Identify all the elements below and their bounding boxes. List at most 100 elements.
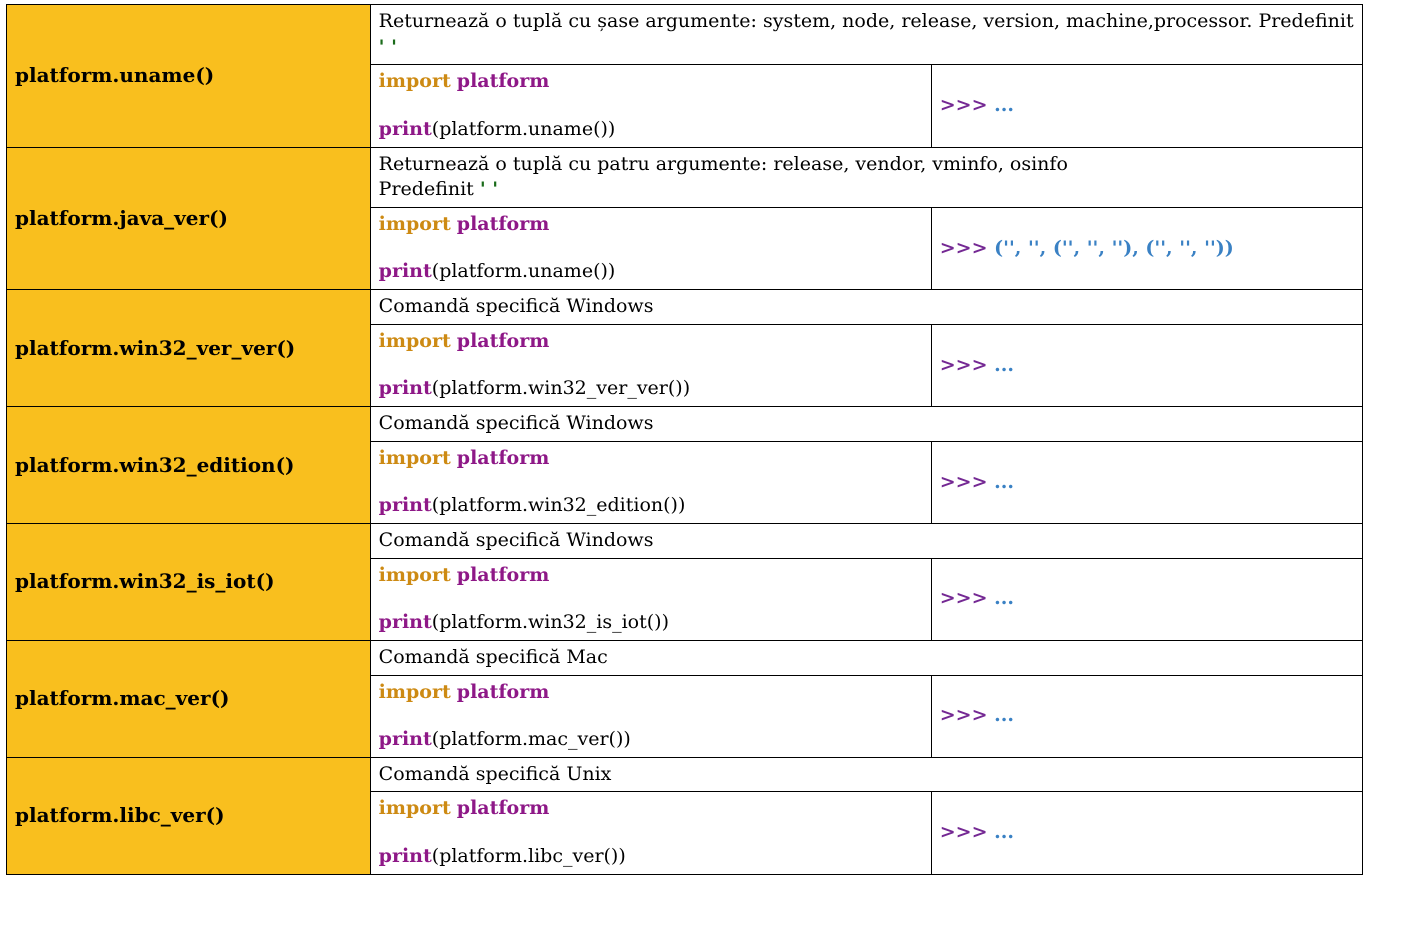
output-cell: >>> ('', '', ('', '', ''), ('', '', '')) [931,207,1362,289]
table-row: platform.win32_edition()Comandă specific… [7,407,1363,442]
table-row: platform.mac_ver()Comandă specifică Mac [7,640,1363,675]
code-line: print(platform.win32_ver_ver()) [379,376,923,402]
output-cell: >>> ... [931,558,1362,640]
code-line: print(platform.uname()) [379,117,923,143]
output-cell: >>> ... [931,792,1362,874]
repl-prompt: >>> [940,821,994,843]
code-blank-line [379,237,923,259]
code-call-args: (platform.win32_is_iot()) [432,611,669,633]
repl-output-value: ... [994,354,1014,376]
table-row: platform.java_ver()Returnează o tuplă cu… [7,147,1363,207]
code-line: import platform [379,69,923,95]
code-call-args: (platform.uname()) [432,118,616,140]
keyword-import: import [379,70,451,92]
code-line: print(platform.win32_edition()) [379,493,923,519]
keyword-print: print [379,260,432,282]
keyword-module: platform [457,797,550,819]
output-cell: >>> ... [931,65,1362,147]
reference-table: platform.uname() Returnează o tuplă cu șa… [6,4,1363,875]
code-cell: import platform print(platform.uname()) [370,65,931,147]
repl-prompt: >>> [940,354,994,376]
function-name-cell: platform.java_ver() [7,147,371,290]
function-name-cell: platform.win32_ver_ver() [7,290,371,407]
keyword-print: print [379,494,432,516]
table-row: platform.libc_ver()Comandă specifică Uni… [7,757,1363,792]
description-text: Comandă specifică Windows [379,295,654,317]
repl-output-value: ... [994,94,1014,116]
code-cell: import platform print(platform.win32_edit… [370,441,931,523]
keyword-print: print [379,845,432,867]
function-name-cell: platform.uname() [7,5,371,148]
function-name-cell: platform.win32_edition() [7,407,371,524]
code-cell: import platform print(platform.win32_is_i… [370,558,931,640]
description-cell: Comandă specifică Windows [370,523,1362,558]
keyword-module: platform [457,330,550,352]
description-text: Predefinit [379,178,480,200]
keyword-print: print [379,728,432,750]
code-line: import platform [379,446,923,472]
repl-prompt: >>> [940,237,994,259]
code-blank-line [379,95,923,117]
code-cell: import platform print(platform.win32_ver_… [370,324,931,406]
code-line: import platform [379,680,923,706]
repl-output-value: ... [994,704,1014,726]
keyword-import: import [379,564,451,586]
output-cell: >>> ... [931,324,1362,406]
table-row: platform.uname()Returnează o tuplă cu șa… [7,5,1363,65]
code-blank-line [379,822,923,844]
function-name-cell: platform.win32_is_iot() [7,523,371,640]
repl-output-value: ... [994,821,1014,843]
description-cell: Comandă specifică Windows [370,290,1362,325]
keyword-import: import [379,447,451,469]
code-line: import platform [379,796,923,822]
code-blank-line [379,705,923,727]
description-text: Comandă specifică Windows [379,529,654,551]
keyword-print: print [379,377,432,399]
keyword-print: print [379,118,432,140]
keyword-module: platform [457,70,550,92]
description-cell: Comandă specifică Mac [370,640,1362,675]
output-cell: >>> ... [931,441,1362,523]
keyword-module: platform [457,447,550,469]
description-text: Returnează o tuplă cu șase argumente: sy… [379,10,1354,32]
code-blank-line [379,354,923,376]
keyword-import: import [379,330,451,352]
table-row: platform.win32_ver_ver()Comandă specific… [7,290,1363,325]
description-cell: Returnează o tuplă cu patru argumente: r… [370,147,1362,207]
description-cell: Comandă specifică Windows [370,407,1362,442]
code-call-args: (platform.uname()) [432,260,616,282]
description-text: Returnează o tuplă cu patru argumente: r… [379,153,1068,175]
code-blank-line [379,588,923,610]
code-call-args: (platform.mac_ver()) [432,728,631,750]
keyword-import: import [379,797,451,819]
code-line: print(platform.libc_ver()) [379,844,923,870]
code-line: print(platform.uname()) [379,259,923,285]
code-cell: import platformprint(platform.uname()) [370,207,931,289]
code-call-args: (platform.libc_ver()) [432,845,626,867]
repl-prompt: >>> [940,471,994,493]
page-root: platform.uname() Returnează o tuplă cu șa… [0,0,1403,895]
predef-token: ' ' [379,36,397,58]
keyword-print: print [379,611,432,633]
code-blank-line [379,471,923,493]
repl-output-value: ... [994,471,1014,493]
keyword-module: platform [457,564,550,586]
table-row: platform.win32_is_iot()Comandă specifică… [7,523,1363,558]
description-text: Comandă specifică Unix [379,763,612,785]
function-name-cell: platform.libc_ver() [7,757,371,874]
keyword-module: platform [457,681,550,703]
code-call-args: (platform.win32_edition()) [432,494,686,516]
description-text: Comandă specifică Mac [379,646,608,668]
description-cell: Returnează o tuplă cu șase argumente: sy… [370,5,1362,65]
predef-token: ' ' [480,178,498,200]
description-cell: Comandă specifică Unix [370,757,1362,792]
code-line: print(platform.win32_is_iot()) [379,610,923,636]
code-call-args: (platform.win32_ver_ver()) [432,377,690,399]
code-line: import platform [379,563,923,589]
description-text: Comandă specifică Windows [379,412,654,434]
repl-output-value: ... [994,587,1014,609]
keyword-module: platform [457,213,550,235]
repl-prompt: >>> [940,704,994,726]
function-name-cell: platform.mac_ver() [7,640,371,757]
repl-prompt: >>> [940,587,994,609]
